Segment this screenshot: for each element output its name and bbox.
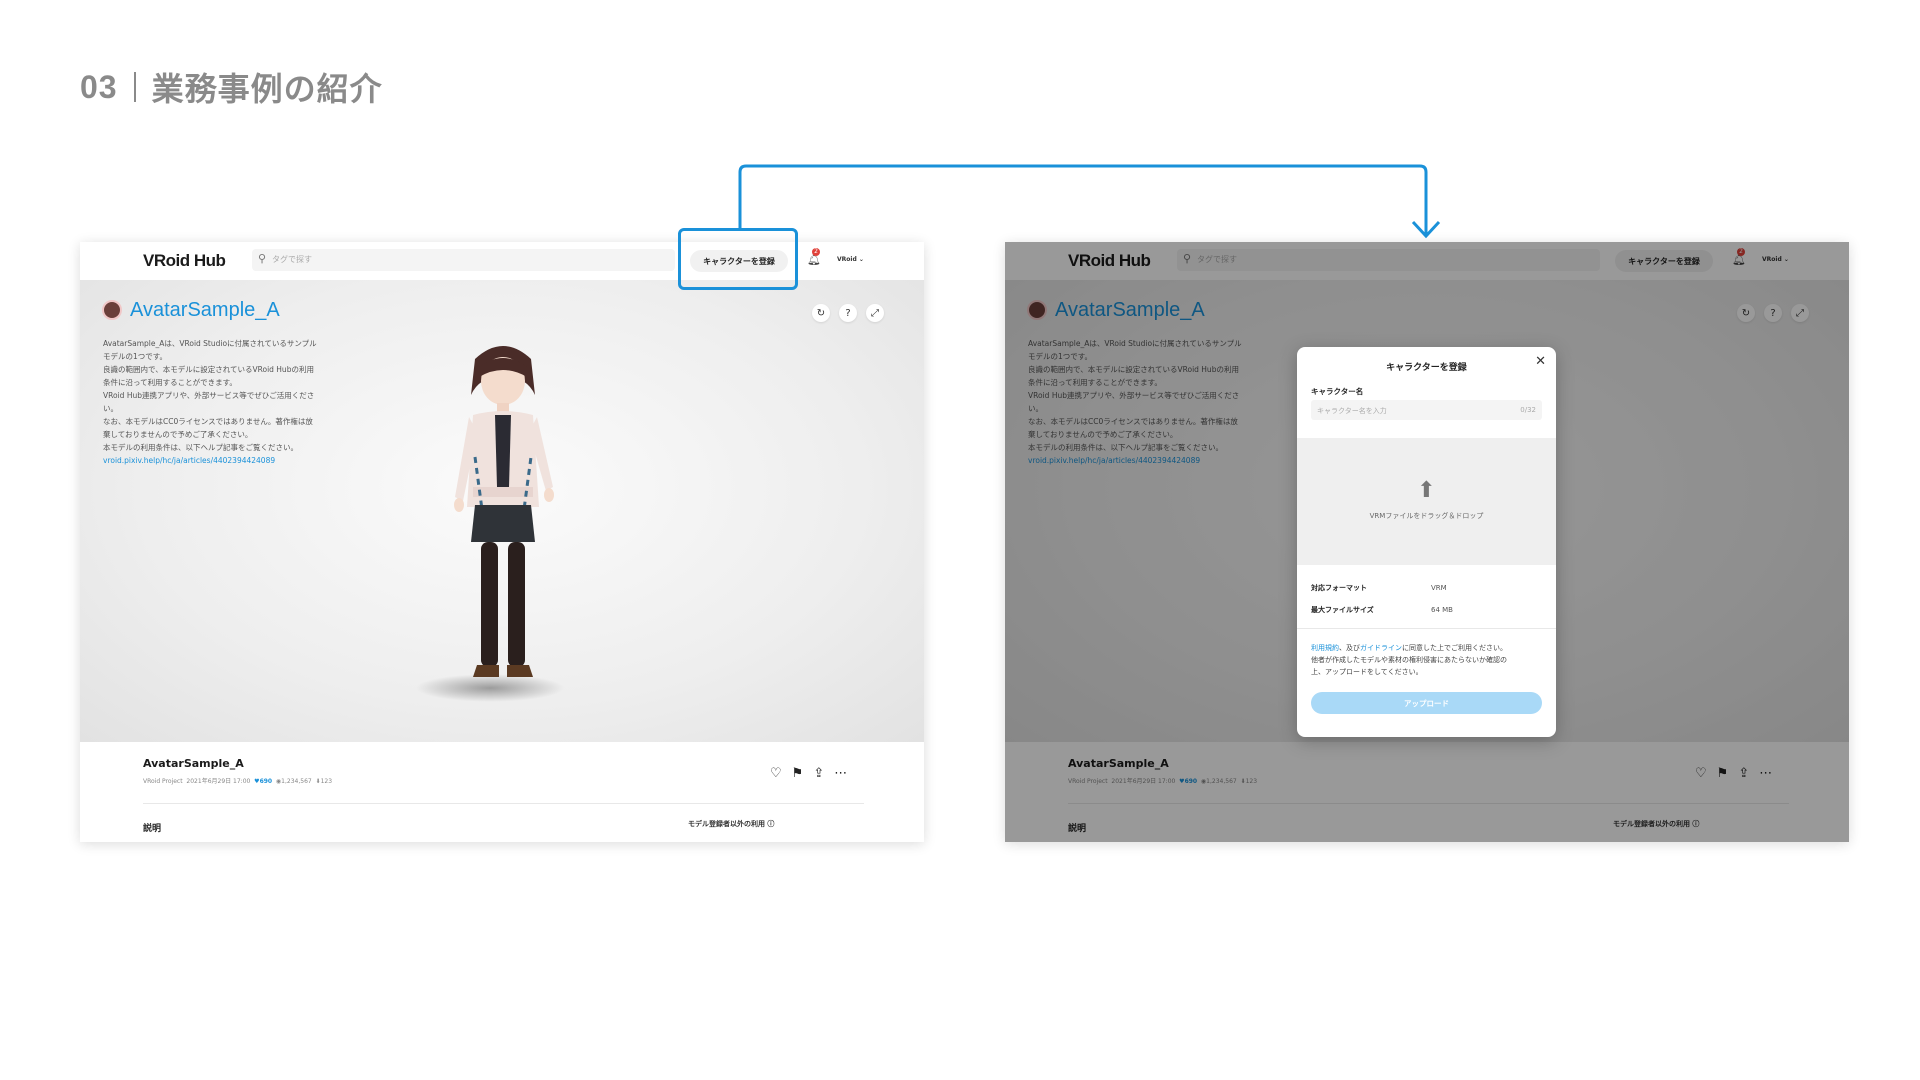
divider — [143, 803, 864, 804]
description-line: 良識の範囲内で、本モデルに設定されているVRoid Hubの利用 — [103, 365, 314, 374]
terms-line: 上、アップロードをしてください。 — [1311, 668, 1423, 676]
character-name-placeholder: キャラクター名を入力 — [1317, 407, 1387, 415]
format-value: VRM — [1431, 584, 1447, 592]
help-icon[interactable]: ? — [839, 304, 857, 322]
format-label: 対応フォーマット — [1311, 584, 1367, 592]
usage-info-link[interactable]: モデル登録者以外の利用 ⓘ — [688, 819, 774, 829]
reload-icon[interactable]: ↻ — [812, 304, 830, 322]
close-icon[interactable]: ✕ — [1535, 354, 1546, 369]
user-label: VRoid — [837, 256, 857, 263]
share-icon[interactable]: ⇪ — [813, 766, 824, 781]
terms-notice: 利用規約、及びガイドラインに同意した上でご利用ください。 他者が作成したモデルや… — [1311, 642, 1545, 678]
notification-badge: 2 — [812, 248, 820, 256]
slide-heading: 03 業務事例の紹介 — [80, 64, 383, 110]
terms-of-use-link[interactable]: 利用規約 — [1311, 644, 1339, 652]
max-size-label: 最大ファイルサイズ — [1311, 606, 1374, 614]
publish-date: 2021年6月29日 17:00 — [186, 778, 251, 785]
description-line: モデルの1つです。 — [103, 352, 168, 361]
description-line: い。 — [103, 404, 118, 413]
notification-button[interactable]: 🔔︎ 2 — [807, 248, 821, 266]
vrm-drop-zone[interactable]: ⬆ VRMファイルをドラッグ＆ドロップ — [1297, 438, 1556, 565]
modal-title: キャラクターを登録 — [1386, 363, 1467, 373]
fullscreen-icon[interactable]: ⤢ — [866, 304, 884, 322]
heart-icon[interactable]: ♡ — [770, 766, 782, 781]
chevron-down-icon: ⌄ — [858, 256, 864, 263]
screenshot-register-modal: VRoid Hub ⚲ タグで探す キャラクターを登録 🔔︎ 2 VRoid ⌄… — [1005, 242, 1849, 842]
more-icon[interactable]: ⋯ — [834, 766, 847, 781]
terms-text: に同意した上でご利用ください。 — [1402, 644, 1507, 652]
avatar-3d-figure — [454, 346, 554, 677]
terms-line: 他者が作成したモデルや素材の権利侵害にあたらないか確認の — [1311, 656, 1507, 664]
description-line: 本モデルの利用条件は、以下ヘルプ記事をご覧ください。 — [103, 443, 298, 452]
description-heading: 説明 — [143, 824, 162, 834]
description-line: なお、本モデルはCC0ライセンスではありません。著作権は放 — [103, 417, 313, 426]
terms-text: 、及び — [1339, 644, 1360, 652]
terms-line: 利用規約、及びガイドラインに同意した上でご利用ください。 — [1311, 642, 1545, 654]
user-menu[interactable]: VRoid ⌄ — [837, 256, 864, 263]
register-character-modal: キャラクターを登録 ✕ キャラクター名 キャラクター名を入力 0/32 ⬆ VR… — [1297, 347, 1556, 737]
max-size-value: 64 MB — [1431, 606, 1453, 614]
slide-number: 03 — [80, 68, 118, 105]
model-footer: AvatarSample_A VRoid Project 2021年6月29日 … — [80, 742, 924, 842]
search-placeholder: タグで探す — [272, 255, 312, 264]
avatar — [102, 300, 122, 320]
search-icon: ⚲ — [258, 252, 267, 265]
like-count: 690 — [259, 778, 273, 785]
author-name[interactable]: VRoid Project — [143, 778, 183, 785]
slide-title: 業務事例の紹介 — [151, 70, 383, 108]
format-row: 対応フォーマット VRM — [1311, 583, 1447, 593]
model-meta: VRoid Project 2021年6月29日 17:00 ♥690 ◉1,2… — [143, 776, 332, 785]
screenshot-model-page: VRoid Hub ⚲ タグで探す キャラクターを登録 🔔︎ 2 VRoid ⌄… — [80, 242, 924, 842]
download-count: 123 — [320, 778, 333, 785]
register-button-highlight — [678, 228, 798, 290]
bookmark-icon[interactable]: ⚑ — [792, 766, 804, 781]
description-line: 棄しておりませんので予めご了承ください。 — [103, 430, 253, 439]
view-count: 1,234,567 — [281, 778, 312, 785]
upload-arrow-icon: ⬆ — [1417, 478, 1436, 503]
guidelines-link[interactable]: ガイドライン — [1360, 644, 1402, 652]
character-name-input[interactable]: キャラクター名を入力 0/32 — [1311, 400, 1542, 420]
heading-divider — [133, 72, 136, 102]
model-title: AvatarSample_A — [130, 299, 280, 321]
max-size-row: 最大ファイルサイズ 64 MB — [1311, 605, 1453, 615]
divider — [1297, 628, 1556, 629]
vroid-hub-logo[interactable]: VRoid Hub — [143, 251, 226, 271]
character-count: 0/32 — [1520, 406, 1536, 414]
drop-zone-text: VRMファイルをドラッグ＆ドロップ — [1369, 512, 1484, 520]
model-description: AvatarSample_Aは、VRoid Studioに付属されているサンプル… — [103, 337, 335, 467]
character-name-label: キャラクター名 — [1311, 387, 1364, 396]
action-icons: ♡ ⚑ ⇪ ⋯ — [770, 766, 847, 781]
help-article-link[interactable]: vroid.pixiv.help/hc/ja/articles/44023944… — [103, 454, 335, 467]
upload-button[interactable]: アップロード — [1311, 692, 1542, 714]
description-line: AvatarSample_Aは、VRoid Studioに付属されているサンプル — [103, 339, 317, 348]
search-input[interactable]: ⚲ タグで探す — [252, 249, 675, 271]
description-line: VRoid Hub連携アプリや、外部サービス等でぜひご活用くださ — [103, 391, 315, 400]
description-line: 条件に沿って利用することができます。 — [103, 378, 237, 387]
footer-model-name: AvatarSample_A — [143, 757, 244, 770]
